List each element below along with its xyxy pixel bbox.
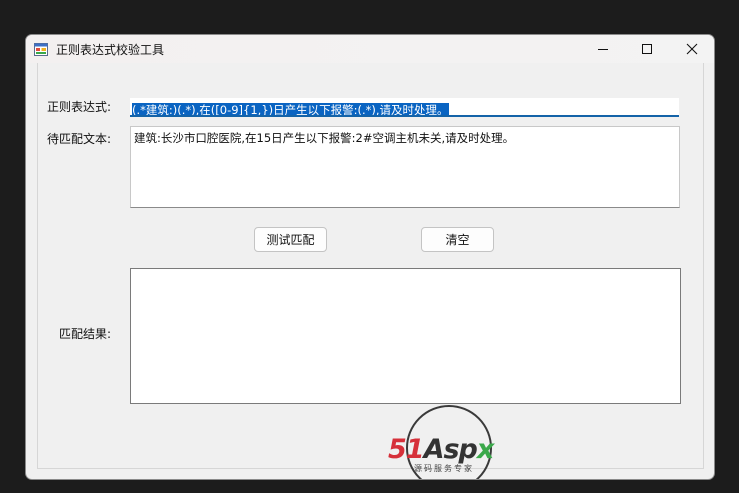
window-title: 正则表达式校验工具 (56, 43, 165, 57)
watermark-part-asp: Asp (423, 434, 478, 465)
result-output[interactable] (130, 268, 681, 404)
watermark-logo: 51Aspx 源码服务专家 (388, 403, 514, 479)
app-form-icon (34, 41, 48, 56)
result-label: 匹配结果: (59, 327, 112, 341)
watermark-part-x: x (476, 434, 494, 465)
text-input[interactable]: 建筑:长沙市口腔医院,在15日产生以下报警:2#空调主机未关,请及时处理。 (130, 126, 680, 208)
regex-label: 正则表达式: (47, 100, 112, 114)
text-label: 待匹配文本: (47, 132, 112, 146)
maximize-button[interactable] (624, 35, 670, 63)
text-input-value: 建筑:长沙市口腔医院,在15日产生以下报警:2#空调主机未关,请及时处理。 (134, 131, 515, 145)
maximize-icon (641, 40, 653, 59)
close-icon (686, 40, 698, 59)
app-window: 正则表达式校验工具 正则表达式: (.*建筑:)(.*),在([0-9]{1,}… (25, 34, 715, 480)
title-bar[interactable]: 正则表达式校验工具 (26, 35, 714, 63)
close-button[interactable] (669, 35, 714, 63)
clear-button[interactable]: 清空 (421, 227, 494, 252)
minimize-icon (597, 40, 609, 59)
watermark-subtitle: 源码服务专家 (414, 464, 474, 473)
regex-input[interactable]: (.*建筑:)(.*),在([0-9]{1,})日产生以下报警:(.*),请及时… (130, 98, 679, 117)
regex-input-value: (.*建筑:)(.*),在([0-9]{1,})日产生以下报警:(.*),请及时… (132, 103, 449, 117)
test-match-button[interactable]: 测试匹配 (254, 227, 327, 252)
watermark-text: 51Aspx (388, 434, 494, 465)
client-area (37, 63, 704, 469)
minimize-button[interactable] (580, 35, 626, 63)
desktop: 正则表达式校验工具 正则表达式: (.*建筑:)(.*),在([0-9]{1,}… (0, 0, 739, 493)
watermark-part-51: 51 (388, 434, 425, 465)
